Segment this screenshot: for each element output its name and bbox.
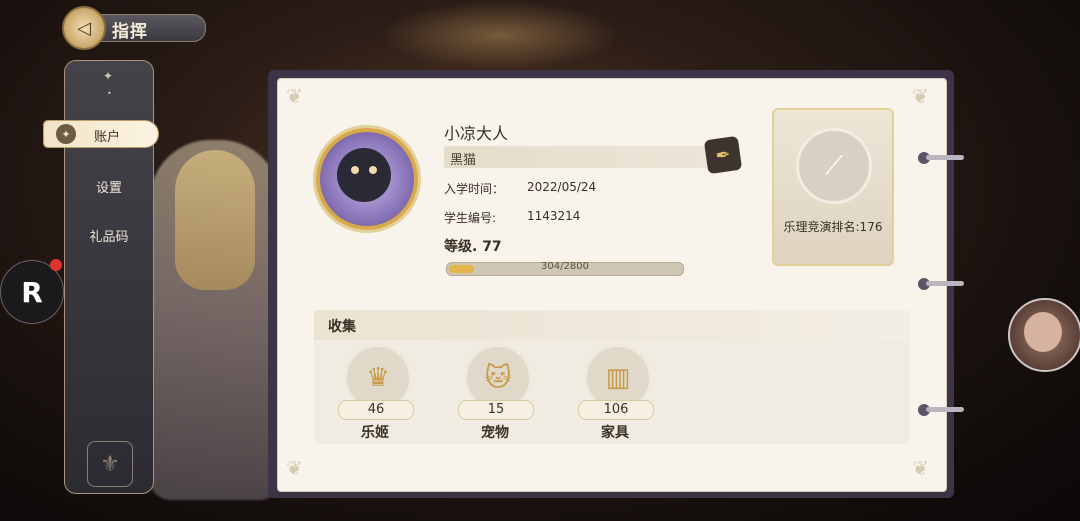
sidebar-item-account[interactable]: ✦ 账户 (44, 121, 158, 147)
binder-ring (918, 404, 964, 416)
friend-face (1024, 312, 1062, 352)
title-badge-label: 黑猫 (450, 153, 477, 168)
title-badge[interactable]: 黑猫 (444, 146, 716, 168)
binder-ring (918, 278, 964, 290)
xp-progress-text: 304/2800 (541, 261, 589, 272)
baton-emblem-icon: ⟋ (796, 128, 872, 204)
xp-progress-bar: 304/2800 (446, 261, 684, 276)
back-arrow-icon: ◁ (77, 17, 91, 39)
quill-edit-icon[interactable]: ✒ (703, 135, 743, 175)
corner-ornament-icon: ❦ (286, 84, 303, 108)
corner-ornament-icon: ❦ (286, 456, 303, 480)
crest-icon: ⚜ (87, 441, 133, 487)
title-bar: ◁ 指挥 (62, 6, 206, 50)
star-ornament-icon: ✦ (103, 69, 114, 83)
rank-label: 乐理竞演排名:176 (783, 220, 883, 234)
chandelier-glow (380, 0, 620, 70)
collection-count: 15 (458, 400, 534, 420)
cat-eye (351, 166, 359, 174)
enroll-date-value: 2022/05/24 (527, 180, 597, 194)
compass-icon: ✦ (56, 124, 76, 144)
corner-ornament-icon: ❦ (912, 456, 929, 480)
collection-item-girls[interactable]: ♛ 46 乐姬 (338, 344, 414, 442)
collection-count: 106 (578, 400, 654, 420)
enroll-date-label: 入学时间： (444, 182, 505, 196)
collection-section: 收集 ♛ 46 乐姬 🐱 15 宠物 ▥ 106 家具 (314, 310, 910, 444)
rank-card[interactable]: ⟋ 乐理竞演排名:176 (772, 108, 894, 266)
notification-dot (50, 259, 62, 271)
corner-ornament-icon: ❦ (912, 84, 929, 108)
collection-count: 46 (338, 400, 414, 420)
binder-ring (918, 152, 964, 164)
sidebar-item-label: 设置 (95, 181, 122, 196)
character-hair (175, 150, 255, 290)
sidebar-item-settings[interactable]: 设置 (65, 177, 153, 196)
sidebar-item-label: 账户 (94, 130, 121, 145)
collection-header: 收集 (314, 310, 910, 340)
student-id-value: 1143214 (527, 209, 581, 223)
page-title: 指挥 (112, 22, 148, 42)
back-button[interactable]: ◁ (62, 6, 106, 50)
cat-eye (369, 166, 377, 174)
level-label: 等级. 77 (444, 239, 502, 255)
student-id-label: 学生编号: (444, 211, 497, 225)
collection-label: 乐姬 (361, 425, 389, 441)
collection-label: 宠物 (481, 425, 509, 441)
collection-item-furniture[interactable]: ▥ 106 家具 (578, 344, 654, 442)
collection-item-pets[interactable]: 🐱 15 宠物 (458, 344, 534, 442)
dot-ornament-icon: • (107, 89, 112, 98)
black-cat-avatar-icon (337, 148, 391, 202)
player-name: 小凉大人 (444, 124, 509, 143)
sidebar-item-gift-code[interactable]: 礼品码 (65, 226, 153, 245)
collection-label: 家具 (601, 425, 629, 441)
sidebar-item-label: 礼品码 (89, 230, 129, 245)
collection-title: 收集 (328, 319, 356, 335)
